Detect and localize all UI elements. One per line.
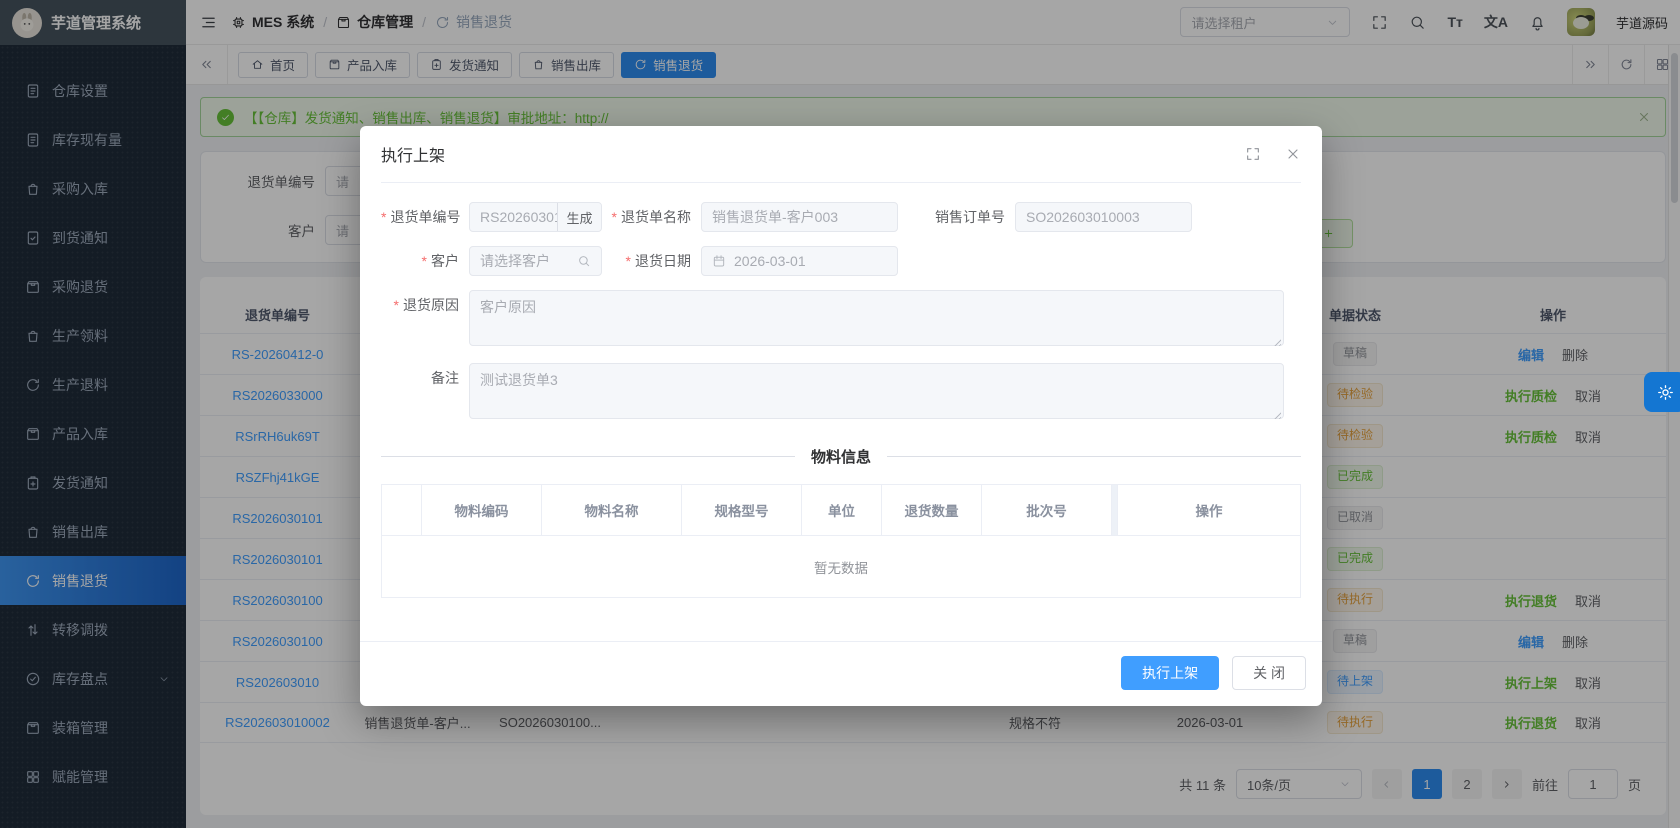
dialog-body: 退货单编号 RS202603010003 生成 退货单名称 销售退货单-客户00… xyxy=(360,183,1322,598)
dialog-close-icon[interactable] xyxy=(1285,146,1301,162)
calendar-icon xyxy=(712,254,726,268)
customer-label: 客户 xyxy=(381,246,469,276)
dialog-maximize-icon[interactable] xyxy=(1245,146,1261,162)
dialog-title: 执行上架 xyxy=(381,148,446,165)
form-row-4: 备注 测试退货单3 xyxy=(381,363,1301,422)
name-label: 退货单名称 xyxy=(602,202,701,232)
order-label: 销售订单号 xyxy=(935,209,1005,225)
reason-textarea[interactable] xyxy=(469,290,1284,346)
screen: 芋道管理系统 仓库设置 库存现有量 采购入库 到货通知 采购退货 生产领料 生产退料 产品入库… xyxy=(0,0,1680,828)
reason-label: 退货原因 xyxy=(381,290,469,320)
return-date-value: 2026-03-01 xyxy=(734,253,806,269)
form-row-1: 退货单编号 RS202603010003 生成 退货单名称 销售退货单-客户00… xyxy=(381,202,1301,232)
material-section-divider: 物料信息 xyxy=(381,446,1301,467)
customer-select[interactable]: 请选择客户 xyxy=(469,246,602,276)
remark-textarea[interactable]: 测试退货单3 xyxy=(469,363,1284,419)
return-code-input[interactable]: RS202603010003 生成 xyxy=(469,202,602,232)
material-column-操作: 操作 xyxy=(1195,504,1223,519)
date-label: 退货日期 xyxy=(602,246,701,276)
material-column-批次号: 批次号 xyxy=(982,485,1112,535)
material-column-物料编码: 物料编码 xyxy=(422,485,542,535)
sales-order-input[interactable]: SO202603010003 xyxy=(1015,202,1192,232)
confirm-putaway-button[interactable]: 执行上架 xyxy=(1121,656,1220,690)
close-button[interactable]: 关 闭 xyxy=(1232,656,1306,690)
return-name-value: 销售退货单-客户003 xyxy=(712,209,839,225)
material-column-单位: 单位 xyxy=(802,485,882,535)
generate-button[interactable]: 生成 xyxy=(557,203,601,231)
material-table-header: 物料编码 物料名称 规格型号 单位 退货数量 批次号 操作 xyxy=(382,485,1300,535)
material-column-blank xyxy=(382,485,422,535)
execute-putaway-dialog: 执行上架 退货单编号 RS202603010003 生成 退货单名称 销售退货单… xyxy=(360,126,1322,706)
remark-textarea-wrap: 测试退货单3 xyxy=(469,363,1284,422)
dialog-header: 执行上架 xyxy=(360,126,1322,182)
material-column-退货数量: 退货数量 xyxy=(882,485,982,535)
code-label: 退货单编号 xyxy=(381,202,469,232)
return-code-value: RS202603010003 xyxy=(480,209,557,225)
remark-label: 备注 xyxy=(431,370,459,386)
material-empty-text: 暂无数据 xyxy=(382,535,1300,598)
return-name-input[interactable]: 销售退货单-客户003 xyxy=(701,202,898,232)
customer-placeholder: 请选择客户 xyxy=(480,253,550,269)
sales-order-value: SO202603010003 xyxy=(1026,209,1140,225)
settings-fab-button[interactable] xyxy=(1644,372,1680,412)
material-table: 物料编码 物料名称 规格型号 单位 退货数量 批次号 操作 暂无数据 xyxy=(381,484,1301,598)
dialog-footer: 执行上架 关 闭 xyxy=(360,641,1322,706)
material-column-规格型号: 规格型号 xyxy=(682,485,802,535)
reason-textarea-wrap xyxy=(469,290,1284,349)
material-column-物料名称: 物料名称 xyxy=(542,485,682,535)
return-date-input[interactable]: 2026-03-01 xyxy=(701,246,898,276)
material-section-title: 物料信息 xyxy=(811,449,872,466)
search-icon xyxy=(577,254,591,268)
form-row-3: 退货原因 xyxy=(381,290,1301,349)
form-row-2: 客户 请选择客户 退货日期 2026-03-01 xyxy=(381,246,1301,276)
